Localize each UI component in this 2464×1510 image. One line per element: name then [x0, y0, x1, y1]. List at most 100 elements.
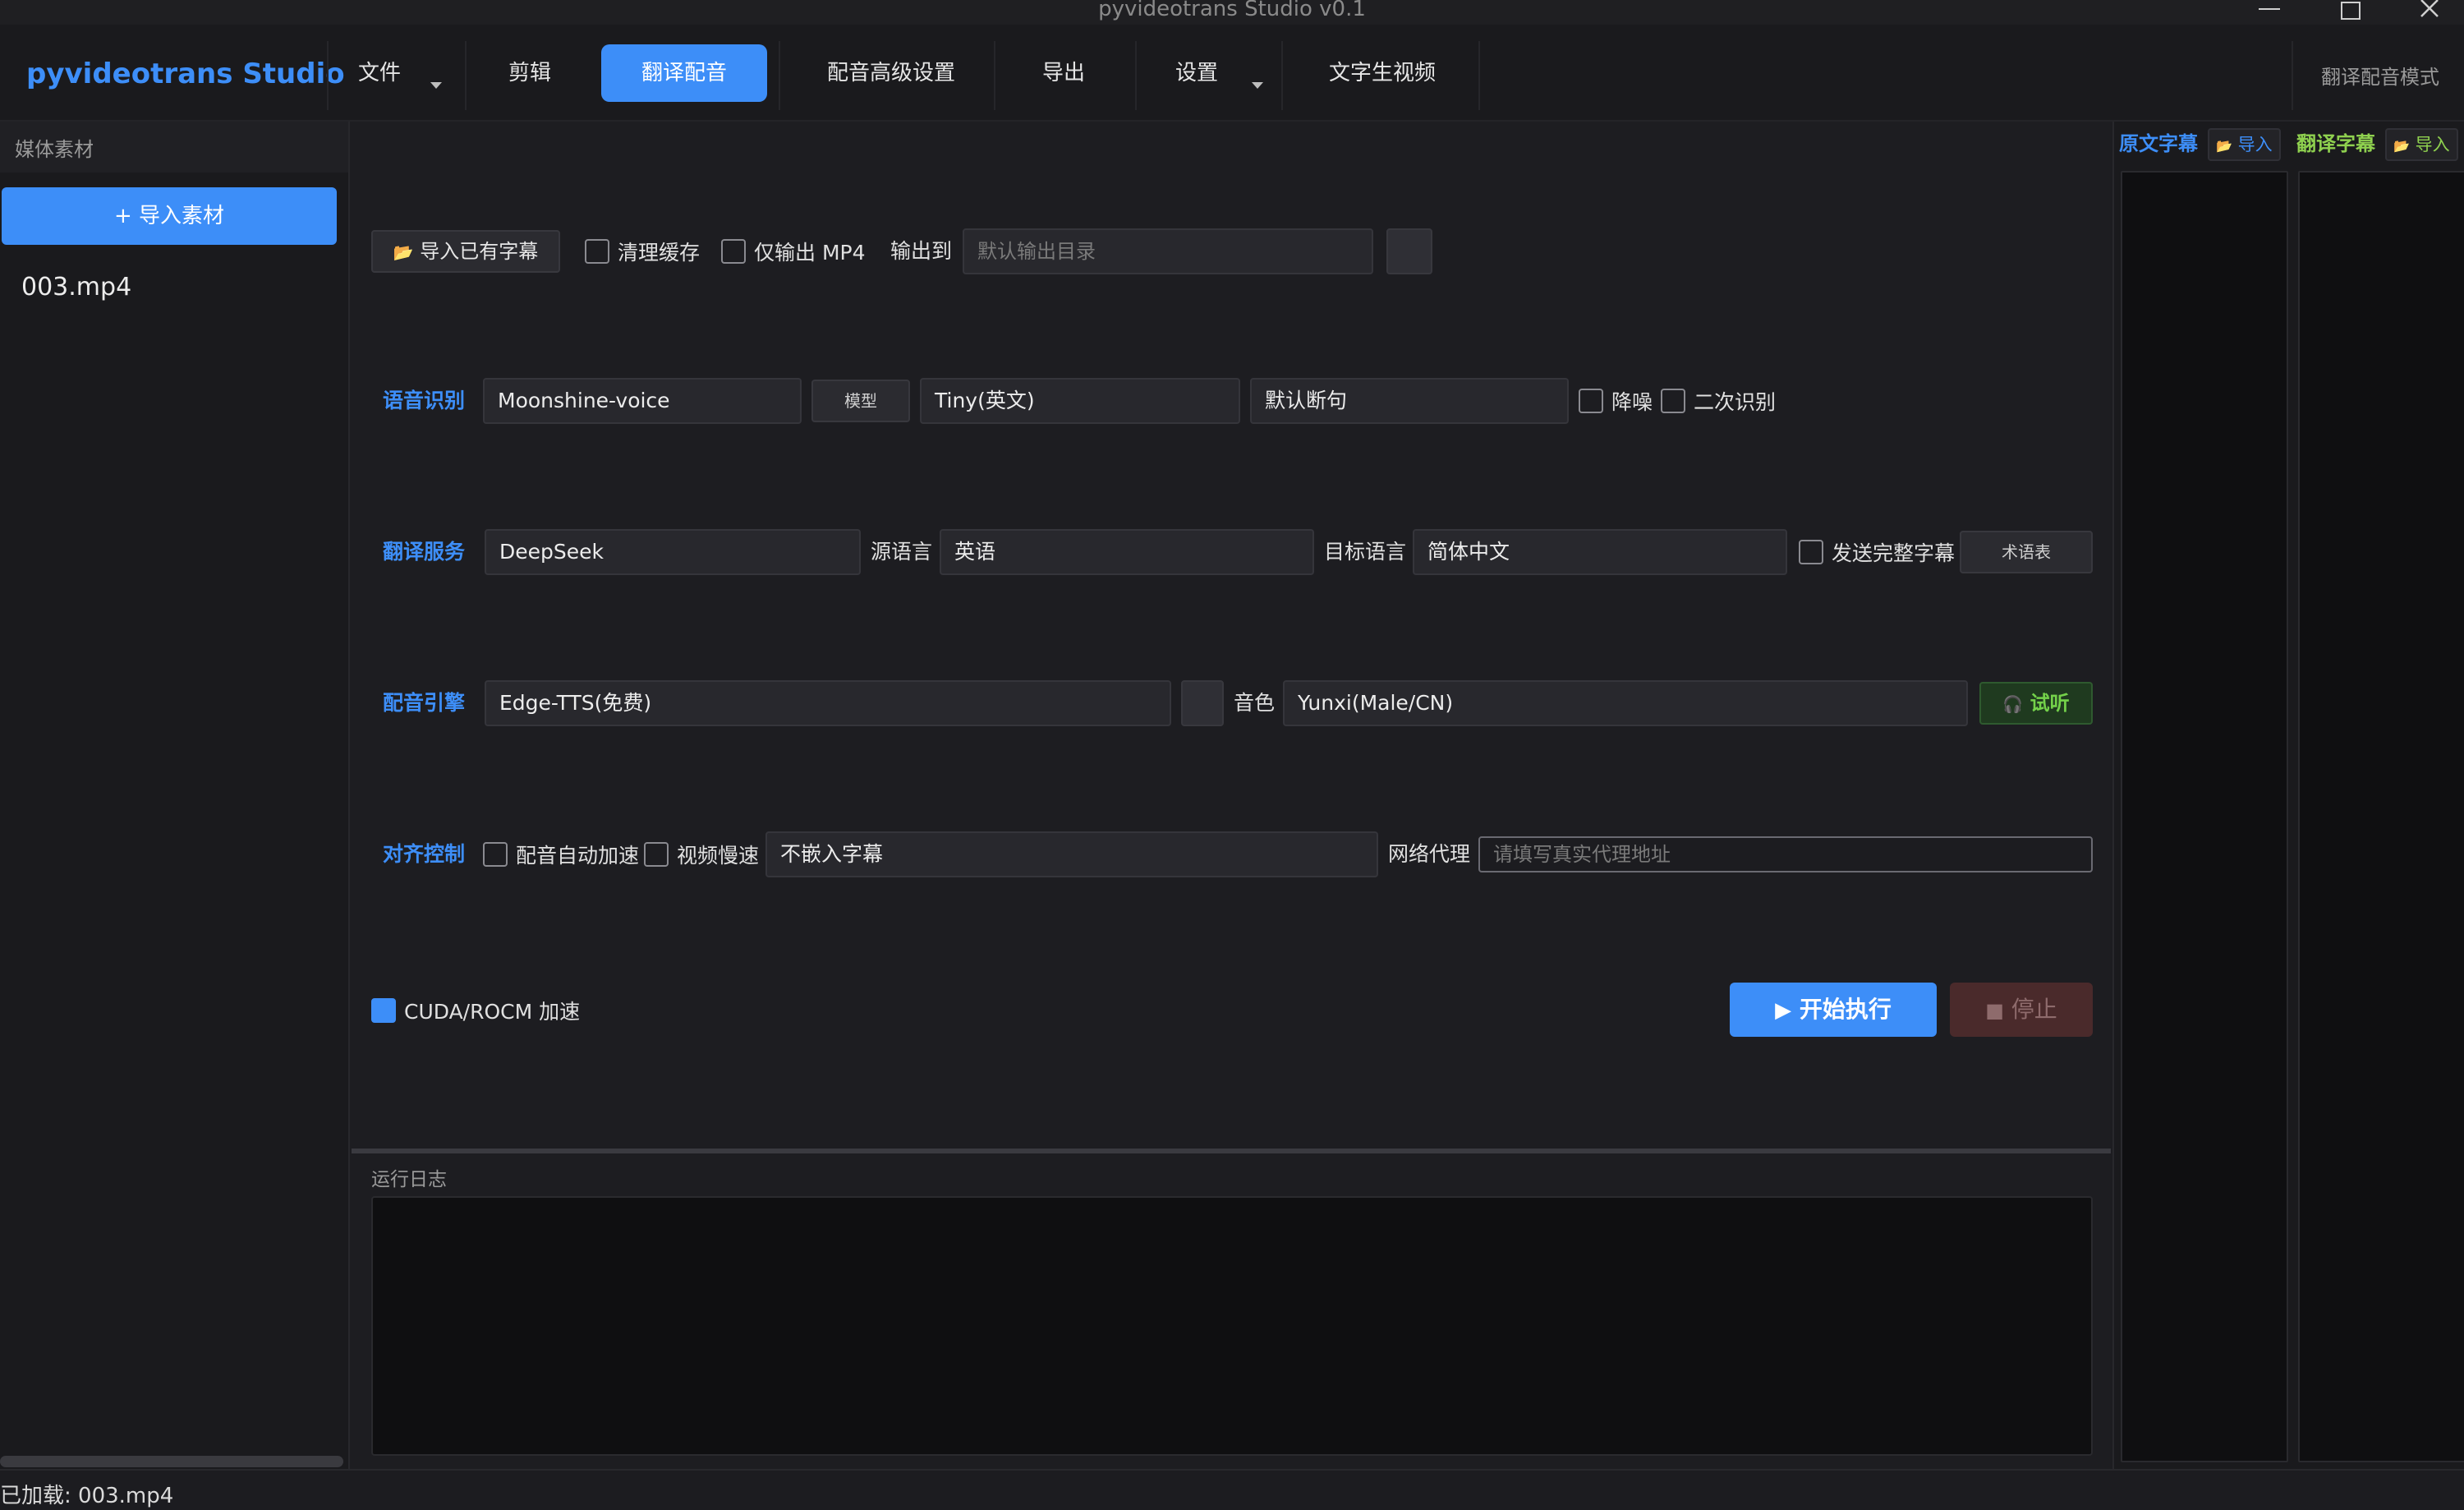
- source-language-label: 源语言: [871, 540, 933, 564]
- menu-text-to-video[interactable]: 文字生视频: [1294, 44, 1470, 102]
- cuda-acceleration-label: CUDA/ROCM 加速: [404, 1000, 581, 1024]
- import-translated-label: 导入: [2415, 135, 2450, 154]
- menu-divider: [2292, 41, 2293, 110]
- checkbox-box: [1799, 540, 1823, 564]
- translated-subtitle-title: 翻译字幕: [2296, 132, 2375, 155]
- tts-settings-button[interactable]: [1181, 680, 1224, 726]
- start-label: 开始执行: [1799, 996, 1892, 1023]
- menu-translate-dub[interactable]: 翻译配音: [601, 44, 767, 102]
- preview-voice-label: 试听: [2030, 692, 2070, 715]
- menu-file[interactable]: 文件: [345, 44, 450, 102]
- glossary-button[interactable]: 术语表: [1960, 531, 2093, 573]
- sidebar-scrollbar[interactable]: [0, 1456, 343, 1467]
- video-slowdown-checkbox[interactable]: 视频慢速: [644, 840, 759, 869]
- send-full-subtitle-label: 发送完整字幕: [1832, 541, 1956, 565]
- stop-button[interactable]: ■ 停止: [1950, 983, 2093, 1037]
- alignment-label: 对齐控制: [383, 842, 466, 866]
- voice-label: 音色: [1234, 691, 1276, 715]
- checkbox-box: [644, 842, 669, 867]
- menu-bar: pyvideotrans Studio 文件 剪辑 翻译配音 配音高级设置 导出…: [0, 25, 2464, 122]
- menu-translate-dub-label: 翻译配音: [641, 61, 727, 85]
- menu-divider: [465, 41, 467, 110]
- preview-voice-button[interactable]: 🎧 试听: [1979, 682, 2093, 725]
- stop-icon: ■: [1985, 999, 2004, 1022]
- sidebar-header: 媒体素材: [0, 122, 348, 173]
- media-list-item[interactable]: 003.mp4: [21, 273, 131, 302]
- original-subtitle-editor[interactable]: [2121, 171, 2288, 1462]
- asr-model-button[interactable]: 模型: [811, 380, 910, 422]
- log-output[interactable]: [371, 1196, 2093, 1456]
- menu-divider: [327, 41, 329, 110]
- menu-divider: [779, 41, 780, 110]
- import-translated-subtitle-button[interactable]: 📂 导入: [2385, 128, 2458, 161]
- translation-service-select[interactable]: DeepSeek: [485, 529, 861, 575]
- subtitle-embed-select[interactable]: 不嵌入字幕: [765, 831, 1378, 877]
- menu-export[interactable]: 导出: [1010, 44, 1117, 102]
- import-original-label: 导入: [2237, 135, 2273, 154]
- tts-engine-select[interactable]: Edge-TTS(免费): [485, 680, 1171, 726]
- target-language-label: 目标语言: [1324, 540, 1407, 564]
- checkbox-box: [1579, 389, 1603, 413]
- checkbox-box: [371, 998, 396, 1023]
- menu-divider: [1281, 41, 1283, 110]
- mode-label: 翻译配音模式: [2321, 66, 2439, 89]
- send-full-subtitle-checkbox[interactable]: 发送完整字幕: [1799, 537, 1955, 567]
- translated-subtitle-editor[interactable]: [2298, 171, 2464, 1462]
- auto-speedup-checkbox[interactable]: 配音自动加速: [483, 840, 639, 869]
- app-brand: pyvideotrans Studio: [26, 58, 345, 90]
- panel-splitter[interactable]: [352, 1149, 2111, 1153]
- stop-label: 停止: [2011, 996, 2057, 1023]
- browse-output-button[interactable]: [1386, 228, 1432, 274]
- mp4-only-label: 仅输出 MP4: [754, 241, 866, 265]
- checkbox-box: [585, 239, 609, 264]
- mp4-only-checkbox[interactable]: 仅输出 MP4: [721, 237, 866, 266]
- menu-edit[interactable]: 剪辑: [476, 44, 583, 102]
- clear-cache-checkbox[interactable]: 清理缓存: [585, 237, 700, 266]
- maximize-icon[interactable]: [2326, 0, 2375, 25]
- second-pass-checkbox[interactable]: 二次识别: [1661, 386, 1776, 416]
- original-subtitle-title: 原文字幕: [2119, 132, 2198, 155]
- menu-advanced-dub-label: 配音高级设置: [826, 61, 955, 85]
- log-title: 运行日志: [371, 1169, 447, 1190]
- sidebar-title: 媒体素材: [15, 138, 94, 161]
- menu-settings[interactable]: 设置: [1150, 44, 1273, 102]
- denoise-label: 降噪: [1611, 390, 1653, 414]
- proxy-label: 网络代理: [1388, 842, 1471, 866]
- chevron-down-icon: [1252, 82, 1263, 89]
- minimize-icon[interactable]: [2244, 0, 2293, 25]
- voice-select[interactable]: Yunxi(Male/CN): [1283, 680, 1968, 726]
- play-icon: ▶: [1775, 998, 1792, 1023]
- source-language-select[interactable]: 英语: [940, 529, 1314, 575]
- status-bar: 已加载: 003.mp4: [0, 1469, 2464, 1510]
- translation-label: 翻译服务: [383, 540, 466, 564]
- menu-advanced-dub[interactable]: 配音高级设置: [797, 44, 986, 102]
- title-bar: pyvideotrans Studio v0.1: [0, 0, 2464, 25]
- subtitle-panel: 原文字幕 📂 导入 翻译字幕 📂 导入: [2112, 122, 2464, 1469]
- status-text: 已加载: 003.mp4: [0, 1484, 174, 1508]
- folder-icon: 📂: [393, 242, 414, 262]
- target-language-select[interactable]: 简体中文: [1413, 529, 1787, 575]
- segmentation-select[interactable]: 默认断句: [1250, 378, 1569, 424]
- menu-text-to-video-label: 文字生视频: [1328, 61, 1436, 85]
- close-icon[interactable]: [2407, 0, 2456, 25]
- chevron-down-icon: [430, 82, 442, 89]
- checkbox-box: [483, 842, 508, 867]
- speech-recognition-label: 语音识别: [383, 389, 466, 412]
- start-button[interactable]: ▶ 开始执行: [1730, 983, 1937, 1037]
- asr-engine-select[interactable]: Moonshine-voice: [483, 378, 802, 424]
- clear-cache-label: 清理缓存: [618, 241, 701, 265]
- second-pass-label: 二次识别: [1694, 390, 1777, 414]
- proxy-input[interactable]: 请填写真实代理地址: [1478, 836, 2093, 872]
- video-slowdown-label: 视频慢速: [677, 844, 760, 868]
- import-media-button[interactable]: + 导入素材: [2, 187, 337, 245]
- auto-speedup-label: 配音自动加速: [516, 844, 640, 868]
- import-subtitle-button[interactable]: 📂 导入已有字幕: [371, 230, 560, 273]
- checkbox-box: [721, 239, 746, 264]
- asr-model-select[interactable]: Tiny(英文): [920, 378, 1240, 424]
- denoise-checkbox[interactable]: 降噪: [1579, 386, 1653, 416]
- output-dir-input[interactable]: 默认输出目录: [963, 228, 1373, 274]
- menu-edit-label: 剪辑: [508, 61, 551, 85]
- import-original-subtitle-button[interactable]: 📂 导入: [2208, 128, 2281, 161]
- cuda-acceleration-checkbox[interactable]: CUDA/ROCM 加速: [371, 996, 580, 1025]
- menu-divider: [994, 41, 995, 110]
